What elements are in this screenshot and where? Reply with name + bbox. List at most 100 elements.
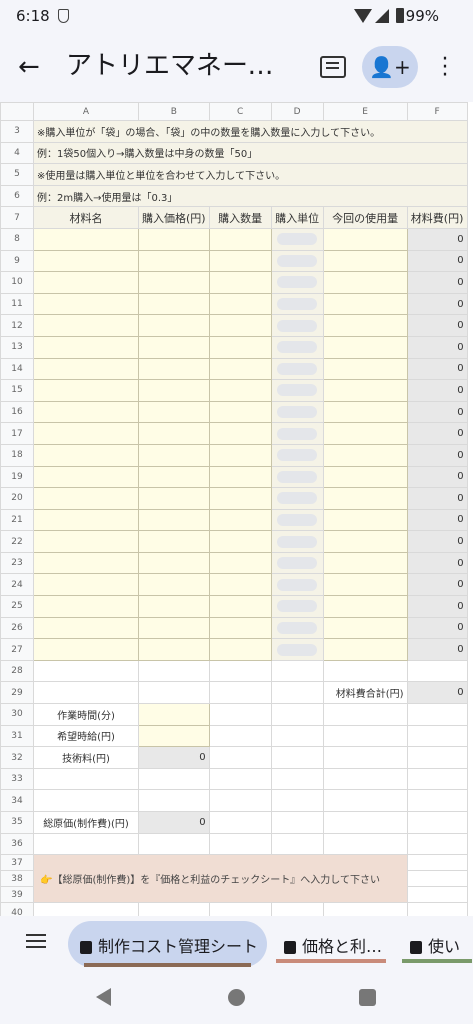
row-number[interactable]: 25 <box>0 595 34 618</box>
row-number[interactable]: 16 <box>0 400 34 424</box>
row-number[interactable]: 8 <box>0 227 34 251</box>
row-number[interactable]: 28 <box>0 659 34 683</box>
material-name-input[interactable] <box>33 292 139 316</box>
cell[interactable] <box>322 724 408 748</box>
usage-input[interactable] <box>322 551 408 575</box>
purchase-unit-dropdown[interactable] <box>270 249 324 273</box>
cell[interactable] <box>270 767 324 791</box>
purchase-unit-dropdown[interactable] <box>270 379 324 402</box>
material-cost-value[interactable]: 0 <box>406 616 468 640</box>
material-name-input[interactable] <box>33 314 139 337</box>
usage-input[interactable] <box>322 227 408 251</box>
row-number[interactable]: 11 <box>0 292 34 316</box>
material-total-value[interactable]: 0 <box>406 681 468 705</box>
purchase-unit-dropdown[interactable] <box>270 271 324 294</box>
tab-production-cost[interactable]: 制作コスト管理シート <box>68 921 267 967</box>
cell[interactable] <box>208 902 272 916</box>
usage-input[interactable] <box>322 379 408 402</box>
usage-input[interactable] <box>322 400 408 424</box>
purchase-qty-input[interactable] <box>208 271 272 294</box>
back-arrow-icon[interactable]: ← <box>18 54 40 80</box>
purchase-unit-dropdown[interactable] <box>270 551 324 575</box>
purchase-price-input[interactable] <box>138 443 210 467</box>
purchase-price-input[interactable] <box>138 271 210 294</box>
cell[interactable] <box>406 886 468 904</box>
purchase-unit-dropdown[interactable] <box>270 465 324 489</box>
cell[interactable] <box>33 659 139 683</box>
cell[interactable] <box>322 659 408 683</box>
row-number[interactable]: 3 <box>0 120 34 143</box>
material-name-input[interactable] <box>33 379 139 402</box>
purchase-unit-dropdown[interactable] <box>270 400 324 424</box>
dropdown-chip[interactable] <box>277 449 318 462</box>
row-number[interactable]: 17 <box>0 422 34 445</box>
material-cost-value[interactable]: 0 <box>406 314 468 337</box>
nav-back-icon[interactable] <box>96 988 111 1006</box>
purchase-price-input[interactable] <box>138 465 210 489</box>
purchase-unit-dropdown[interactable] <box>270 487 324 510</box>
cell[interactable] <box>406 832 468 856</box>
usage-input[interactable] <box>322 573 408 597</box>
purchase-unit-dropdown[interactable] <box>270 422 324 445</box>
material-name-input[interactable] <box>33 508 139 532</box>
usage-input[interactable] <box>322 530 408 553</box>
purchase-unit-dropdown[interactable] <box>270 595 324 618</box>
cell[interactable] <box>138 767 210 791</box>
purchase-unit-dropdown[interactable] <box>270 573 324 597</box>
purchase-unit-dropdown[interactable] <box>270 530 324 553</box>
cell[interactable] <box>270 789 324 812</box>
cell[interactable] <box>208 789 272 812</box>
column-header-b[interactable]: B <box>138 102 210 121</box>
purchase-price-input[interactable] <box>138 249 210 273</box>
purchase-price-input[interactable] <box>138 357 210 381</box>
cell[interactable] <box>406 703 468 726</box>
purchase-qty-input[interactable] <box>208 400 272 424</box>
cell[interactable] <box>33 832 139 856</box>
dropdown-chip[interactable] <box>277 276 318 289</box>
total-cost-value[interactable]: 0 <box>138 811 210 834</box>
material-name-input[interactable] <box>33 422 139 445</box>
wage-input[interactable] <box>138 724 210 748</box>
usage-input[interactable] <box>322 335 408 359</box>
cell[interactable] <box>322 789 408 812</box>
row-number[interactable]: 34 <box>0 789 34 812</box>
cell[interactable] <box>270 902 324 916</box>
column-header-f[interactable]: F <box>406 102 468 121</box>
purchase-price-input[interactable] <box>138 573 210 597</box>
cell[interactable] <box>138 681 210 705</box>
usage-input[interactable] <box>322 249 408 273</box>
cell[interactable] <box>270 811 324 834</box>
purchase-qty-input[interactable] <box>208 508 272 532</box>
purchase-price-input[interactable] <box>138 487 210 510</box>
purchase-qty-input[interactable] <box>208 616 272 640</box>
purchase-qty-input[interactable] <box>208 595 272 618</box>
cell[interactable] <box>406 724 468 748</box>
dropdown-chip[interactable] <box>277 578 318 591</box>
dropdown-chip[interactable] <box>277 535 318 548</box>
cell[interactable] <box>270 703 324 726</box>
nav-recents-icon[interactable] <box>359 989 376 1006</box>
purchase-qty-input[interactable] <box>208 249 272 273</box>
cell[interactable] <box>208 681 272 705</box>
instruction-cell[interactable]: 👉【総原価(制作費)】を『価格と利益のチェックシート』へ入力して下さい <box>33 854 408 904</box>
work-time-label[interactable]: 作業時間(分) <box>33 703 139 726</box>
purchase-price-input[interactable] <box>138 379 210 402</box>
material-name-input[interactable] <box>33 400 139 424</box>
purchase-unit-dropdown[interactable] <box>270 357 324 381</box>
purchase-price-input[interactable] <box>138 422 210 445</box>
cell[interactable] <box>406 659 468 683</box>
row-number[interactable]: 13 <box>0 335 34 359</box>
material-name-input[interactable] <box>33 616 139 640</box>
material-cost-value[interactable]: 0 <box>406 487 468 510</box>
material-cost-value[interactable]: 0 <box>406 508 468 532</box>
purchase-price-input[interactable] <box>138 530 210 553</box>
dropdown-chip[interactable] <box>277 643 318 656</box>
header-material-cost[interactable]: 材料費(円) <box>406 206 468 229</box>
material-name-input[interactable] <box>33 443 139 467</box>
dropdown-chip[interactable] <box>277 298 318 311</box>
material-total-label[interactable]: 材料費合計(円) <box>322 681 408 705</box>
row-number[interactable]: 12 <box>0 314 34 337</box>
purchase-qty-input[interactable] <box>208 638 272 661</box>
purchase-price-input[interactable] <box>138 616 210 640</box>
usage-input[interactable] <box>322 638 408 661</box>
